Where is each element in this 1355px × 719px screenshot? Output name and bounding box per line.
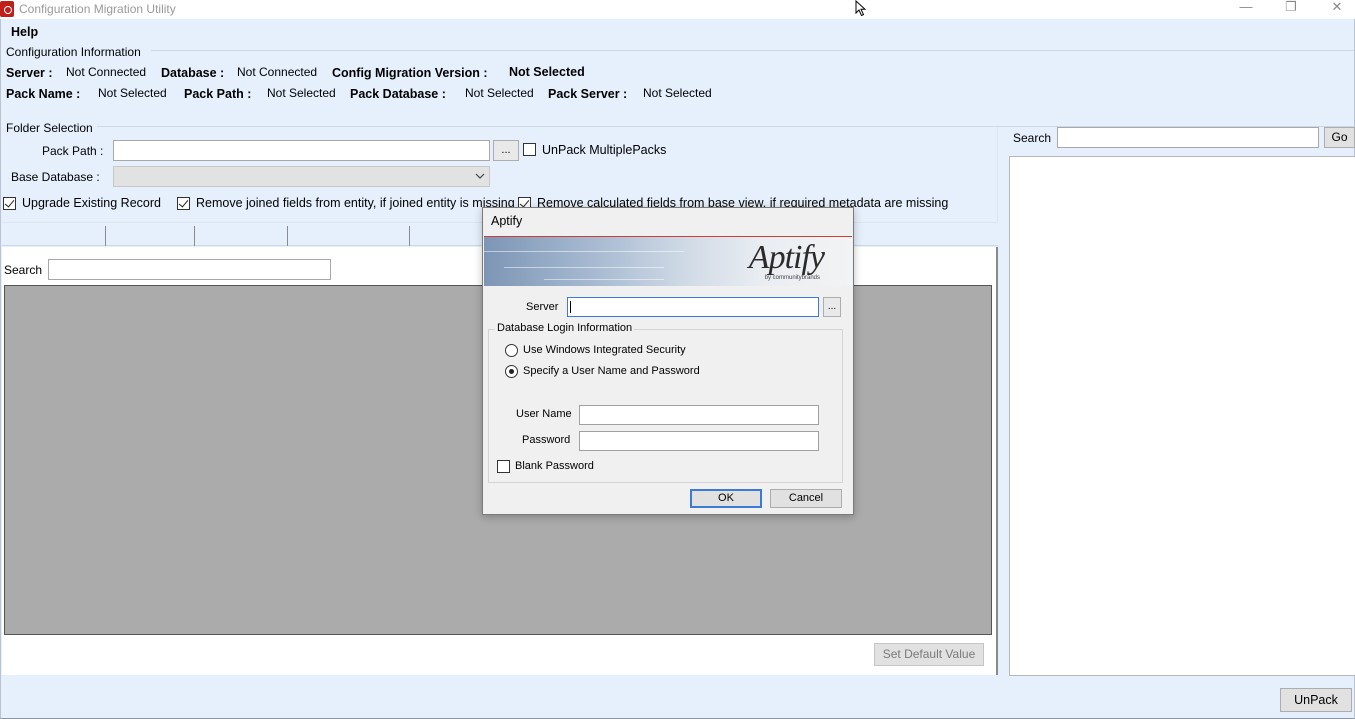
- login-info-legend: Database Login Information: [495, 322, 635, 334]
- specify-user-radio[interactable]: [505, 365, 518, 378]
- version-label: Config Migration Version :: [332, 66, 488, 80]
- pack-server-label: Pack Server :: [548, 87, 628, 101]
- app-gear-icon: [0, 1, 14, 17]
- mouse-cursor-icon: [855, 0, 867, 17]
- tab-2[interactable]: [106, 226, 195, 246]
- pack-path-label: Pack Path :: [184, 87, 252, 101]
- maximize-button[interactable]: ❐: [1276, 0, 1306, 19]
- unpack-multiple-checkbox[interactable]: [523, 143, 536, 156]
- base-database-select[interactable]: [113, 166, 490, 187]
- right-search-input[interactable]: [1057, 127, 1319, 148]
- windows-security-radio[interactable]: [505, 344, 518, 357]
- dialog-title: Aptify: [491, 214, 523, 228]
- specify-user-label: Specify a User Name and Password: [523, 365, 700, 377]
- server-value: Not Connected: [66, 65, 147, 79]
- aptify-login-dialog: Aptify Aptify by communitybrands Server …: [482, 207, 854, 515]
- dialog-server-browse-button[interactable]: ...: [823, 297, 841, 317]
- pack-name-value: Not Selected: [98, 86, 167, 100]
- version-value: Not Selected: [509, 65, 585, 79]
- unpack-multiple-label: UnPack MultiplePacks: [542, 143, 667, 157]
- upgrade-existing-checkbox[interactable]: [3, 197, 16, 210]
- server-label: Server :: [6, 66, 53, 80]
- blank-password-checkbox[interactable]: [497, 460, 510, 473]
- close-button[interactable]: ✕: [1322, 0, 1352, 19]
- pack-server-value: Not Selected: [643, 86, 712, 100]
- cancel-button[interactable]: Cancel: [770, 489, 842, 508]
- config-info-divider: [151, 50, 1354, 51]
- content-search-input[interactable]: [48, 259, 331, 280]
- aptify-logo-subtitle: by communitybrands: [764, 275, 820, 281]
- set-default-value-button[interactable]: Set Default Value: [874, 643, 984, 666]
- right-list-panel[interactable]: [1009, 156, 1355, 676]
- password-input[interactable]: [579, 431, 819, 451]
- unpack-button[interactable]: UnPack: [1280, 688, 1352, 712]
- password-label: Password: [522, 434, 571, 446]
- aptify-banner: Aptify by communitybrands: [484, 236, 852, 286]
- chevron-down-icon: [475, 173, 485, 179]
- pack-name-label: Pack Name :: [6, 87, 81, 101]
- ok-button[interactable]: OK: [690, 489, 762, 508]
- config-info-group-label: Configuration Information: [6, 45, 141, 59]
- aptify-logo: Aptify: [748, 239, 825, 276]
- menu-help[interactable]: Help: [11, 25, 38, 39]
- pack-path-value: Not Selected: [267, 86, 336, 100]
- windows-security-label: Use Windows Integrated Security: [523, 344, 686, 356]
- title-bar: Configuration Migration Utility — ❐ ✕: [0, 0, 1355, 19]
- pack-path-input[interactable]: [113, 140, 490, 161]
- pack-path-field-label: Pack Path :: [42, 144, 104, 158]
- database-label: Database :: [161, 66, 225, 80]
- upgrade-existing-label: Upgrade Existing Record: [22, 196, 161, 210]
- username-label: User Name: [516, 408, 572, 420]
- go-button[interactable]: Go: [1324, 127, 1355, 148]
- pack-database-label: Pack Database :: [350, 87, 446, 101]
- remove-joined-label: Remove joined fields from entity, if joi…: [196, 196, 515, 210]
- minimize-button[interactable]: —: [1231, 0, 1261, 19]
- dialog-server-input[interactable]: [567, 297, 819, 317]
- pack-database-value: Not Selected: [465, 86, 534, 100]
- dialog-server-label: Server: [526, 301, 559, 313]
- window-title: Configuration Migration Utility: [19, 2, 176, 16]
- username-input[interactable]: [579, 405, 819, 425]
- right-search-label: Search: [1013, 131, 1052, 145]
- base-database-label: Base Database :: [11, 170, 100, 184]
- tab-1[interactable]: [2, 226, 106, 246]
- tab-4[interactable]: [288, 226, 410, 246]
- content-search-label: Search: [4, 263, 43, 277]
- remove-joined-checkbox[interactable]: [177, 197, 190, 210]
- tab-3[interactable]: [195, 226, 288, 246]
- text-caret: [570, 301, 571, 313]
- blank-password-label: Blank Password: [515, 460, 594, 472]
- pack-path-browse-button[interactable]: ...: [493, 140, 519, 161]
- database-value: Not Connected: [237, 65, 318, 79]
